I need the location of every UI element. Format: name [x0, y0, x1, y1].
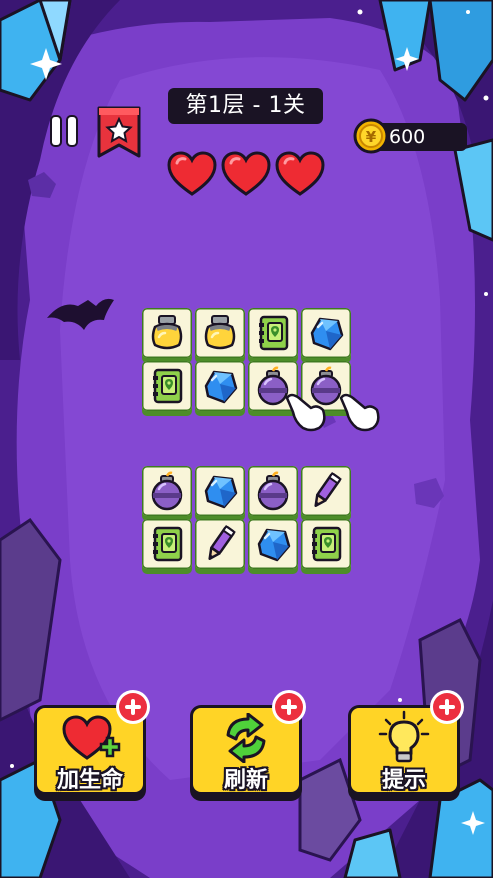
bomb-icon [257, 471, 289, 511]
refresh-button[interactable]: 刷新 [193, 693, 303, 793]
refresh-label: 刷新 [223, 768, 268, 793]
blue-gem-icon [257, 528, 291, 562]
lamp-icon [151, 315, 183, 350]
lamp-icon [204, 315, 236, 350]
game-tile[interactable] [142, 466, 192, 516]
game-tile[interactable] [142, 519, 192, 569]
heart-plus-icon [62, 715, 121, 760]
add-life-label: 加生命 [56, 768, 123, 793]
game-tile[interactable] [301, 308, 351, 358]
blue-gem-icon [310, 317, 344, 351]
game-screen: 第1层 - 1关 ¥ 600 加生命 刷新 提示 [0, 0, 493, 878]
plus-badge-icon[interactable] [275, 693, 303, 721]
game-tile[interactable] [301, 519, 351, 569]
purple-pencil-icon [314, 471, 342, 507]
blue-gem-icon [204, 475, 238, 509]
game-tile[interactable] [248, 466, 298, 516]
game-tile[interactable] [301, 466, 351, 516]
game-tile[interactable] [195, 361, 245, 411]
game-tile[interactable] [248, 519, 298, 569]
lightbulb-icon [378, 710, 430, 763]
green-book-icon [153, 526, 183, 562]
game-tile[interactable] [142, 361, 192, 411]
purple-pencil-icon [208, 524, 236, 560]
blue-gem-icon [204, 370, 238, 404]
green-book-icon [259, 315, 289, 351]
refresh-icon [226, 713, 266, 763]
add-life-button[interactable]: 加生命 [37, 693, 147, 793]
hint-label: 提示 [381, 768, 426, 793]
hint-button[interactable]: 提示 [351, 693, 461, 793]
bomb-icon [151, 471, 183, 511]
game-tile[interactable] [248, 308, 298, 358]
green-book-icon [312, 526, 342, 562]
game-tile[interactable] [195, 519, 245, 569]
green-book-icon [153, 368, 183, 404]
plus-badge-icon[interactable] [119, 693, 147, 721]
game-tile[interactable] [195, 308, 245, 358]
game-tile[interactable] [195, 466, 245, 516]
pointer-hand-icon [285, 393, 380, 432]
plus-badge-icon[interactable] [433, 693, 461, 721]
game-tile[interactable] [142, 308, 192, 358]
